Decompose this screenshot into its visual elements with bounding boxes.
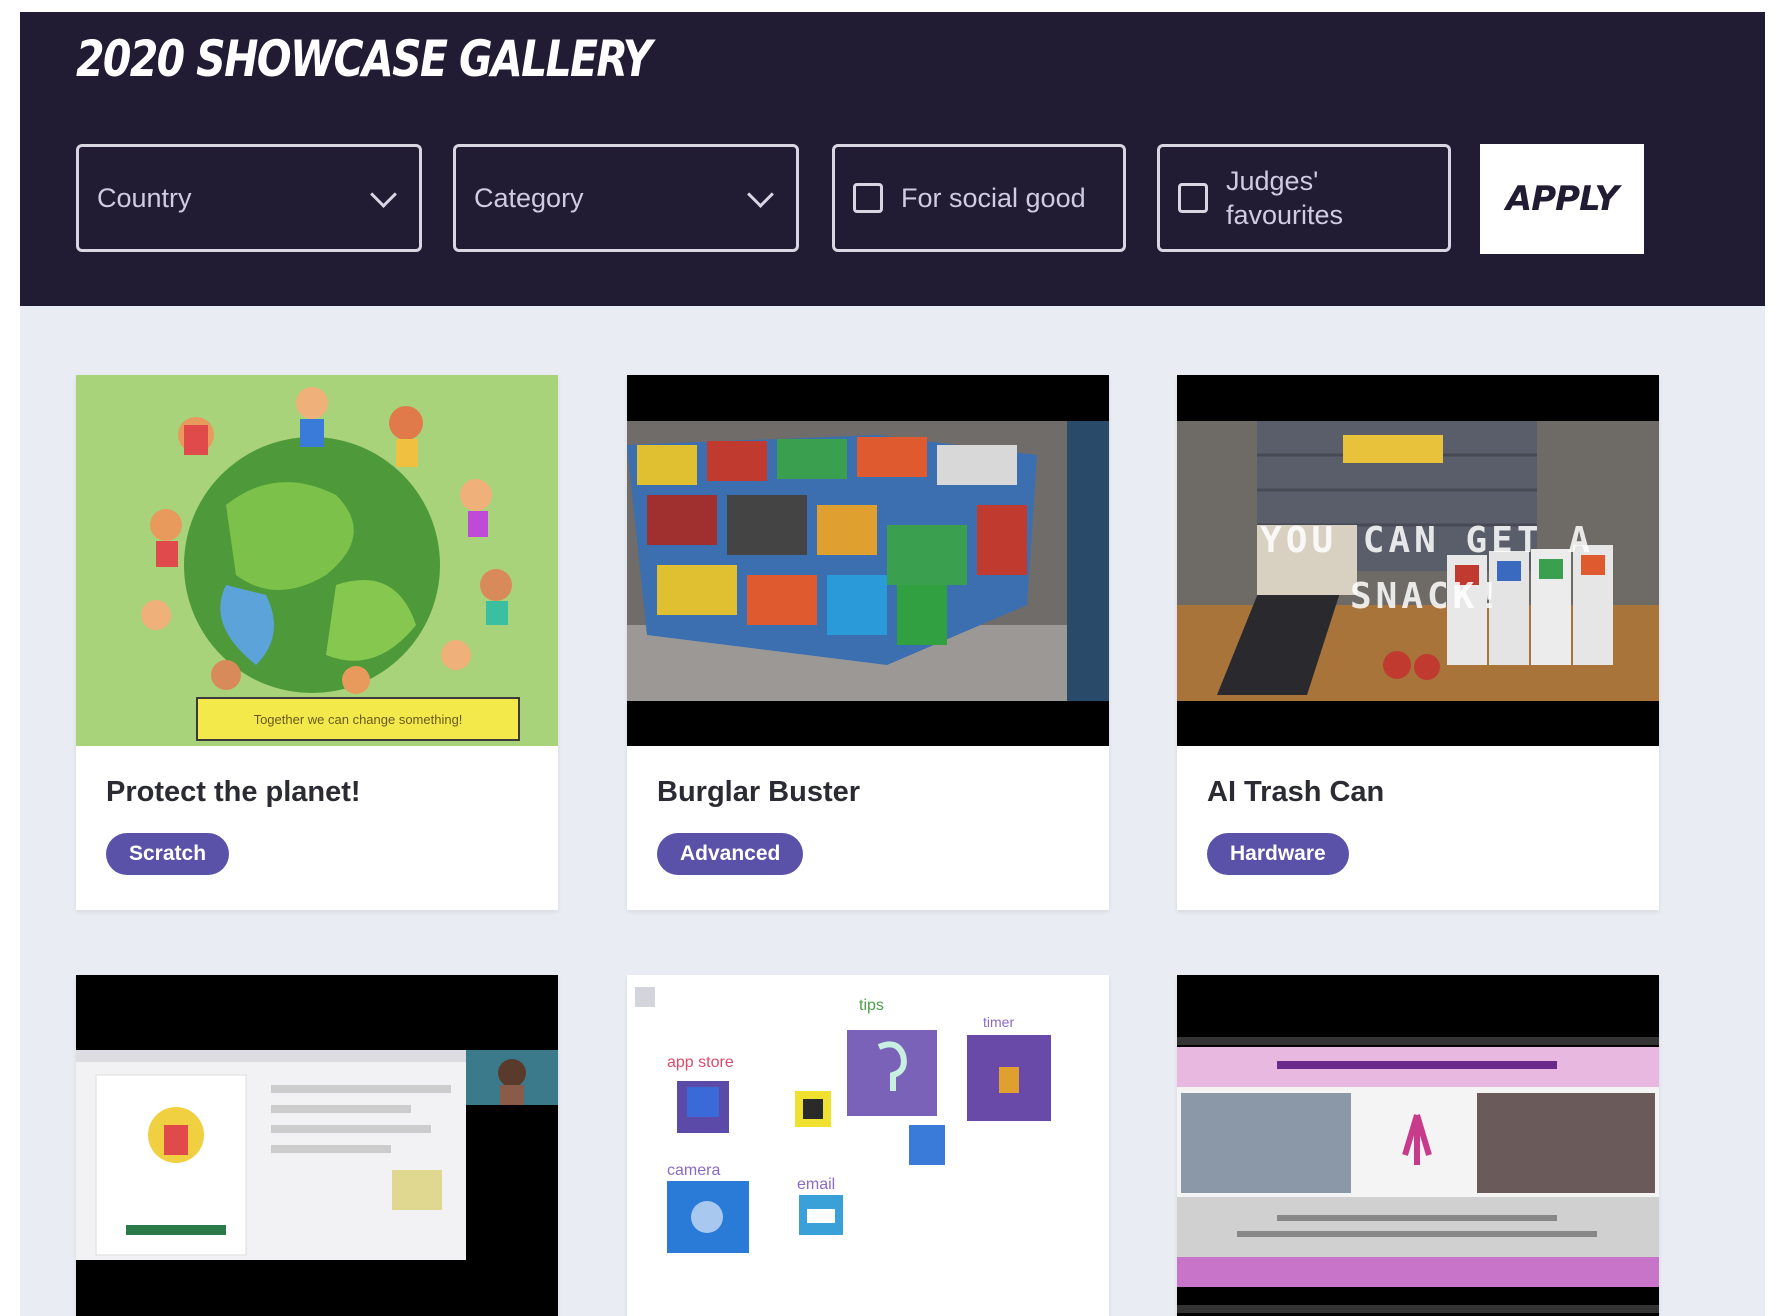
illustration-caption: Together we can change something! xyxy=(196,697,520,741)
project-card[interactable] xyxy=(76,975,558,1316)
label-app-store: app store xyxy=(667,1054,734,1071)
country-dropdown[interactable]: Country xyxy=(76,144,422,252)
project-thumbnail[interactable]: Together we can change something! xyxy=(76,375,558,746)
category-dropdown[interactable]: Category xyxy=(453,144,799,252)
lego-house-photo xyxy=(627,375,1109,746)
label-camera: camera xyxy=(667,1162,720,1179)
project-thumbnail[interactable] xyxy=(1177,975,1659,1316)
label-timer: timer xyxy=(983,1014,1014,1030)
project-thumbnail[interactable]: tips app store timer camera email xyxy=(627,975,1109,1316)
project-card[interactable] xyxy=(1177,975,1659,1316)
project-card[interactable]: tips app store timer camera email xyxy=(627,975,1109,1316)
judges-favourites-label: Judges' favourites xyxy=(1226,166,1344,230)
gallery-page: 2020 SHOWCASE GALLERY Country Category F… xyxy=(20,12,1765,1316)
social-good-label: For social good xyxy=(901,182,1086,213)
category-tag[interactable]: Scratch xyxy=(106,833,230,875)
checkbox-icon[interactable] xyxy=(853,183,883,213)
category-dropdown-label: Category xyxy=(474,182,584,213)
planet-illustration xyxy=(76,375,558,746)
country-dropdown-label: Country xyxy=(97,182,192,213)
chevron-down-icon xyxy=(747,180,774,208)
chevron-down-icon xyxy=(370,180,397,208)
screen-recording-thumbnail xyxy=(76,975,558,1316)
project-title[interactable]: AI Trash Can xyxy=(1207,776,1629,809)
website-screenshot-thumbnail xyxy=(1177,975,1659,1316)
project-title[interactable]: Burglar Buster xyxy=(657,776,1079,809)
project-card[interactable]: Together we can change something! Protec… xyxy=(76,375,558,910)
apply-button[interactable]: APPLY xyxy=(1480,144,1644,254)
social-good-checkbox[interactable]: For social good xyxy=(832,144,1126,252)
category-tag[interactable]: Advanced xyxy=(657,833,804,875)
page-title: 2020 SHOWCASE GALLERY xyxy=(76,30,652,88)
label-tips: tips xyxy=(859,997,884,1014)
project-thumbnail[interactable]: YOU CAN GET A SNACK! xyxy=(1177,375,1659,746)
app-mockup-thumbnail: tips app store timer camera email xyxy=(627,975,1109,1316)
video-overlay-text: YOU CAN GET A SNACK! xyxy=(1260,520,1594,617)
label-email: email xyxy=(797,1176,835,1193)
project-card[interactable]: Burglar Buster Advanced xyxy=(627,375,1109,910)
gallery-header: 2020 SHOWCASE GALLERY Country Category F… xyxy=(20,12,1765,306)
project-card[interactable]: YOU CAN GET A SNACK! AI Trash Can Hardwa… xyxy=(1177,375,1659,910)
judges-favourites-checkbox[interactable]: Judges' favourites xyxy=(1157,144,1451,252)
checkbox-icon[interactable] xyxy=(1178,183,1208,213)
project-title[interactable]: Protect the planet! xyxy=(106,776,528,809)
category-tag[interactable]: Hardware xyxy=(1207,833,1349,875)
project-thumbnail[interactable] xyxy=(76,975,558,1316)
project-thumbnail[interactable] xyxy=(627,375,1109,746)
